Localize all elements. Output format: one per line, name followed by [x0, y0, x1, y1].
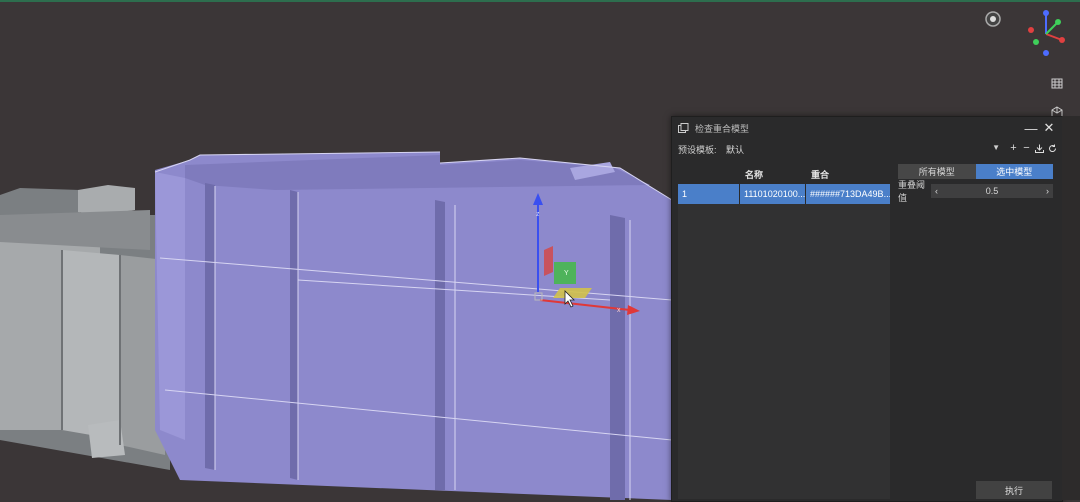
- close-icon: ✕: [1043, 120, 1055, 135]
- model-scope-toggle: 所有模型 选中模型: [898, 164, 1053, 179]
- axis-y-label: Y: [564, 270, 569, 277]
- chevron-right-icon[interactable]: ›: [1046, 186, 1049, 196]
- row-name: 11101020100...: [740, 184, 806, 204]
- preset-value: 默认: [726, 144, 745, 155]
- table-header: 名称 重合: [678, 164, 890, 184]
- minimize-icon: —: [1024, 120, 1038, 136]
- grey-building-mesh: [0, 185, 170, 470]
- chevron-left-icon[interactable]: ‹: [935, 186, 938, 196]
- table-row[interactable]: 1 11101020100... ######713DA49B...: [678, 184, 890, 204]
- minimize-button[interactable]: —: [1022, 119, 1040, 137]
- axis-x-label: x: [617, 307, 621, 314]
- column-header-index: [678, 164, 740, 184]
- threshold-stepper[interactable]: ‹ 0.5 ›: [931, 184, 1053, 198]
- threshold-label: 重叠阈值: [898, 180, 926, 203]
- overlap-check-dialog: 检查重合模型 — ✕ 预设模板: 默认 ▼ + − 名称 重合 1 111010…: [671, 116, 1063, 502]
- overlap-results-table: 名称 重合 1 11101020100... ######713DA49B...: [678, 164, 890, 499]
- threshold-value: 0.5: [985, 186, 999, 196]
- grid-toggle-button[interactable]: [1050, 76, 1070, 96]
- add-preset-button[interactable]: +: [1008, 141, 1019, 155]
- selected-building-mesh: [154, 151, 673, 500]
- refresh-icon: [1049, 144, 1057, 152]
- preset-label: 预设模板:: [678, 144, 717, 155]
- preset-actions: + −: [1008, 141, 1058, 155]
- save-preset-button[interactable]: [1034, 141, 1045, 155]
- reset-preset-button[interactable]: [1047, 141, 1058, 155]
- tab-all-models[interactable]: 所有模型: [898, 164, 976, 179]
- orientation-cube-icon: [1028, 10, 1065, 56]
- download-icon: [1035, 144, 1044, 153]
- axis-z-label: z: [536, 211, 540, 218]
- preset-row: 预设模板: 默认 ▼ + −: [678, 142, 1057, 156]
- tab-selected-models[interactable]: 选中模型: [975, 164, 1053, 179]
- axis-orientation-gizmo[interactable]: [1020, 8, 1072, 60]
- remove-preset-button[interactable]: −: [1021, 141, 1032, 155]
- gear-icon: [985, 11, 1001, 27]
- side-panel-edge: [1062, 116, 1080, 500]
- row-index: 1: [678, 184, 740, 204]
- dialog-app-icon: [678, 122, 689, 133]
- dialog-title: 检查重合模型: [695, 123, 750, 134]
- threshold-row: 重叠阈值 ‹ 0.5 ›: [898, 180, 1053, 203]
- run-button[interactable]: 执行: [976, 481, 1052, 499]
- column-header-name: 名称: [740, 164, 806, 184]
- preset-select[interactable]: 默认 ▼: [716, 142, 1002, 156]
- dialog-titlebar[interactable]: 检查重合模型 — ✕: [672, 117, 1062, 139]
- chevron-down-icon: ▼: [992, 143, 1000, 152]
- render-mode-button[interactable]: [984, 10, 1004, 30]
- column-header-overlap: 重合: [811, 169, 830, 180]
- close-button[interactable]: ✕: [1040, 119, 1058, 137]
- grid-icon: [1051, 78, 1063, 89]
- row-overlap: ######713DA49B...: [810, 189, 890, 199]
